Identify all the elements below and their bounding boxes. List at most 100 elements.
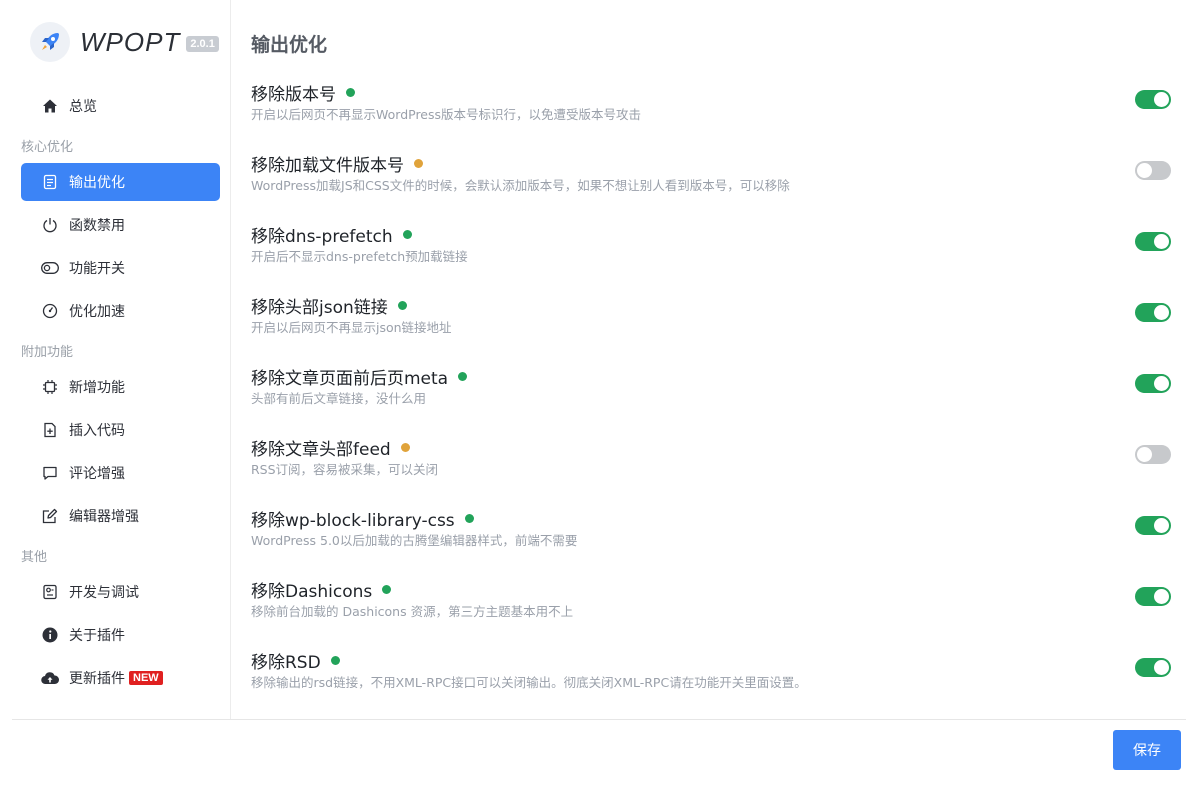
- sidebar-item-about-plugin[interactable]: 关于插件: [21, 616, 220, 654]
- status-dot: [414, 159, 423, 168]
- setting-description: RSS订阅，容易被采集，可以关闭: [251, 462, 439, 477]
- chip-icon: [41, 378, 59, 396]
- setting-description: WordPress 5.0以后加载的古腾堡编辑器样式，前端不需要: [251, 533, 578, 548]
- setting-title: 移除文章头部feed: [251, 435, 410, 460]
- edit-icon: [41, 507, 59, 525]
- power-icon: [41, 216, 59, 234]
- sidebar-section-other: 其他: [21, 550, 48, 565]
- setting-toggle[interactable]: [1135, 658, 1171, 677]
- home-icon: [41, 97, 59, 115]
- new-badge: NEW: [129, 671, 163, 685]
- sidebar-item-speed-up[interactable]: 优化加速: [21, 292, 220, 330]
- sidebar-item-output-optimization[interactable]: 输出优化: [21, 163, 220, 201]
- sidebar-item-label: 更新插件: [69, 671, 125, 687]
- setting-description: 移除输出的rsd链接，不用XML-RPC接口可以关闭输出。彻底关闭XML-RPC…: [251, 675, 807, 690]
- setting-row: 移除头部json链接开启以后网页不再显示json链接地址: [251, 293, 1171, 343]
- setting-row: 移除文章页面前后页meta 头部有前后文章链接，没什么用: [251, 364, 1171, 414]
- setting-row: 移除wp-block-library-css WordPress 5.0以后加载的…: [251, 506, 1171, 556]
- page-title: 输出优化: [251, 34, 328, 56]
- setting-description: WordPress加载JS和CSS文件的时候，会默认添加版本号，如果不想让别人看…: [251, 178, 790, 193]
- sidebar-item-feature-switch[interactable]: 功能开关: [21, 249, 220, 287]
- sidebar-item-new-features[interactable]: 新增功能: [21, 368, 220, 406]
- sidebar-item-label: 总览: [69, 99, 97, 115]
- toggle-knob: [1154, 518, 1169, 533]
- toggle-knob: [1154, 376, 1169, 391]
- save-button[interactable]: 保存: [1113, 730, 1181, 770]
- toggle-knob: [1137, 163, 1152, 178]
- setting-description: 开启后不显示dns-prefetch预加载链接: [251, 249, 468, 264]
- sidebar-item-dev-debug[interactable]: 开发与调试: [21, 573, 220, 611]
- sidebar-item-label: 新增功能: [69, 380, 125, 396]
- setting-title: 移除Dashicons: [251, 577, 392, 602]
- toggle-icon: [41, 259, 59, 277]
- setting-toggle[interactable]: [1135, 303, 1171, 322]
- status-dot: [402, 230, 412, 239]
- toggle-knob: [1154, 234, 1169, 249]
- footer-divider: [12, 719, 1186, 720]
- sidebar-item-function-disable[interactable]: 函数禁用: [21, 206, 220, 244]
- info-icon: [41, 626, 59, 644]
- status-dot: [346, 88, 355, 97]
- setting-row: 移除dns-prefetch 开启后不显示dns-prefetch预加载链接: [251, 222, 1171, 272]
- toggle-knob: [1154, 660, 1169, 675]
- gauge-icon: [41, 302, 59, 320]
- setting-title-text: 移除Dashicons: [251, 582, 373, 602]
- toggle-knob: [1137, 447, 1152, 462]
- setting-description: 开启以后网页不再显示WordPress版本号标识行，以免遭受版本号攻击: [251, 107, 642, 122]
- sidebar-item-label: 评论增强: [69, 466, 125, 482]
- app-name: WPOPT: [80, 26, 181, 57]
- setting-toggle[interactable]: [1135, 90, 1171, 109]
- status-dot: [400, 443, 410, 452]
- toggle-knob: [1154, 589, 1169, 604]
- setting-title-text: 移除加载文件版本号: [251, 156, 404, 176]
- setting-toggle[interactable]: [1135, 161, 1171, 180]
- sidebar-item-label: 优化加速: [69, 304, 125, 320]
- file-plus-icon: [41, 421, 59, 439]
- sidebar-item-insert-code[interactable]: 插入代码: [21, 411, 220, 449]
- setting-toggle[interactable]: [1135, 374, 1171, 393]
- setting-title-text: 移除wp-block-library-css: [251, 511, 455, 531]
- setting-title-text: 移除版本号: [251, 85, 336, 105]
- sidebar-item-overview[interactable]: 总览: [21, 87, 220, 125]
- sidebar-item-label: 函数禁用: [69, 218, 125, 234]
- setting-toggle[interactable]: [1135, 232, 1171, 251]
- sidebar-item-label: 开发与调试: [69, 585, 139, 601]
- sidebar-item-update-plugin[interactable]: 更新插件 NEW: [21, 659, 220, 697]
- setting-description: 头部有前后文章链接，没什么用: [251, 391, 427, 406]
- app-logo: WPOPT 2.0.1: [30, 22, 219, 62]
- setting-row: 移除加载文件版本号 WordPress加载JS和CSS文件的时候，会默认添加版本号…: [251, 151, 1171, 201]
- setting-title: 移除wp-block-library-css: [251, 506, 474, 531]
- debug-icon: [41, 583, 59, 601]
- cloud-upload-icon: [41, 669, 59, 687]
- setting-row: 移除版本号开启以后网页不再显示WordPress版本号标识行，以免遭受版本号攻击: [251, 80, 1171, 130]
- sidebar-item-comment-enhance[interactable]: 评论增强: [21, 454, 220, 492]
- sidebar-item-label: 输出优化: [69, 175, 125, 191]
- app-version-badge: 2.0.1: [186, 36, 219, 52]
- setting-title-text: 移除文章页面前后页meta: [251, 369, 449, 389]
- setting-row: 移除Dashicons 移除前台加载的 Dashicons 资源，第三方主题基本用…: [251, 577, 1171, 627]
- setting-description: 开启以后网页不再显示json链接地址: [251, 320, 452, 335]
- sidebar-section-core: 核心优化: [21, 140, 74, 155]
- setting-title-text: 移除RSD: [251, 653, 321, 673]
- toggle-knob: [1154, 92, 1169, 107]
- sidebar-item-label: 功能开关: [69, 261, 125, 277]
- document-icon: [41, 173, 59, 191]
- setting-title: 移除dns-prefetch: [251, 222, 412, 247]
- status-dot: [330, 656, 340, 665]
- setting-row: 移除RSD 移除输出的rsd链接，不用XML-RPC接口可以关闭输出。彻底关闭XM…: [251, 648, 1171, 698]
- setting-title: 移除加载文件版本号: [251, 151, 423, 176]
- setting-title-text: 移除dns-prefetch: [251, 227, 393, 247]
- sidebar-item-editor-enhance[interactable]: 编辑器增强: [21, 497, 220, 535]
- setting-toggle[interactable]: [1135, 587, 1171, 606]
- setting-toggle[interactable]: [1135, 516, 1171, 535]
- setting-toggle[interactable]: [1135, 445, 1171, 464]
- sidebar-item-label: 关于插件: [69, 628, 125, 644]
- sidebar-item-label: 编辑器增强: [69, 509, 139, 525]
- status-dot: [382, 585, 392, 594]
- sidebar: WPOPT 2.0.1 总览 核心优化 输出优化 函数禁用 功能开关 优化加速 …: [0, 0, 231, 719]
- status-dot: [464, 514, 474, 523]
- setting-title: 移除文章页面前后页meta: [251, 364, 468, 389]
- setting-row: 移除文章头部feed RSS订阅，容易被采集，可以关闭: [251, 435, 1171, 485]
- setting-title-text: 移除头部json链接: [251, 298, 388, 318]
- rocket-icon: [30, 22, 70, 62]
